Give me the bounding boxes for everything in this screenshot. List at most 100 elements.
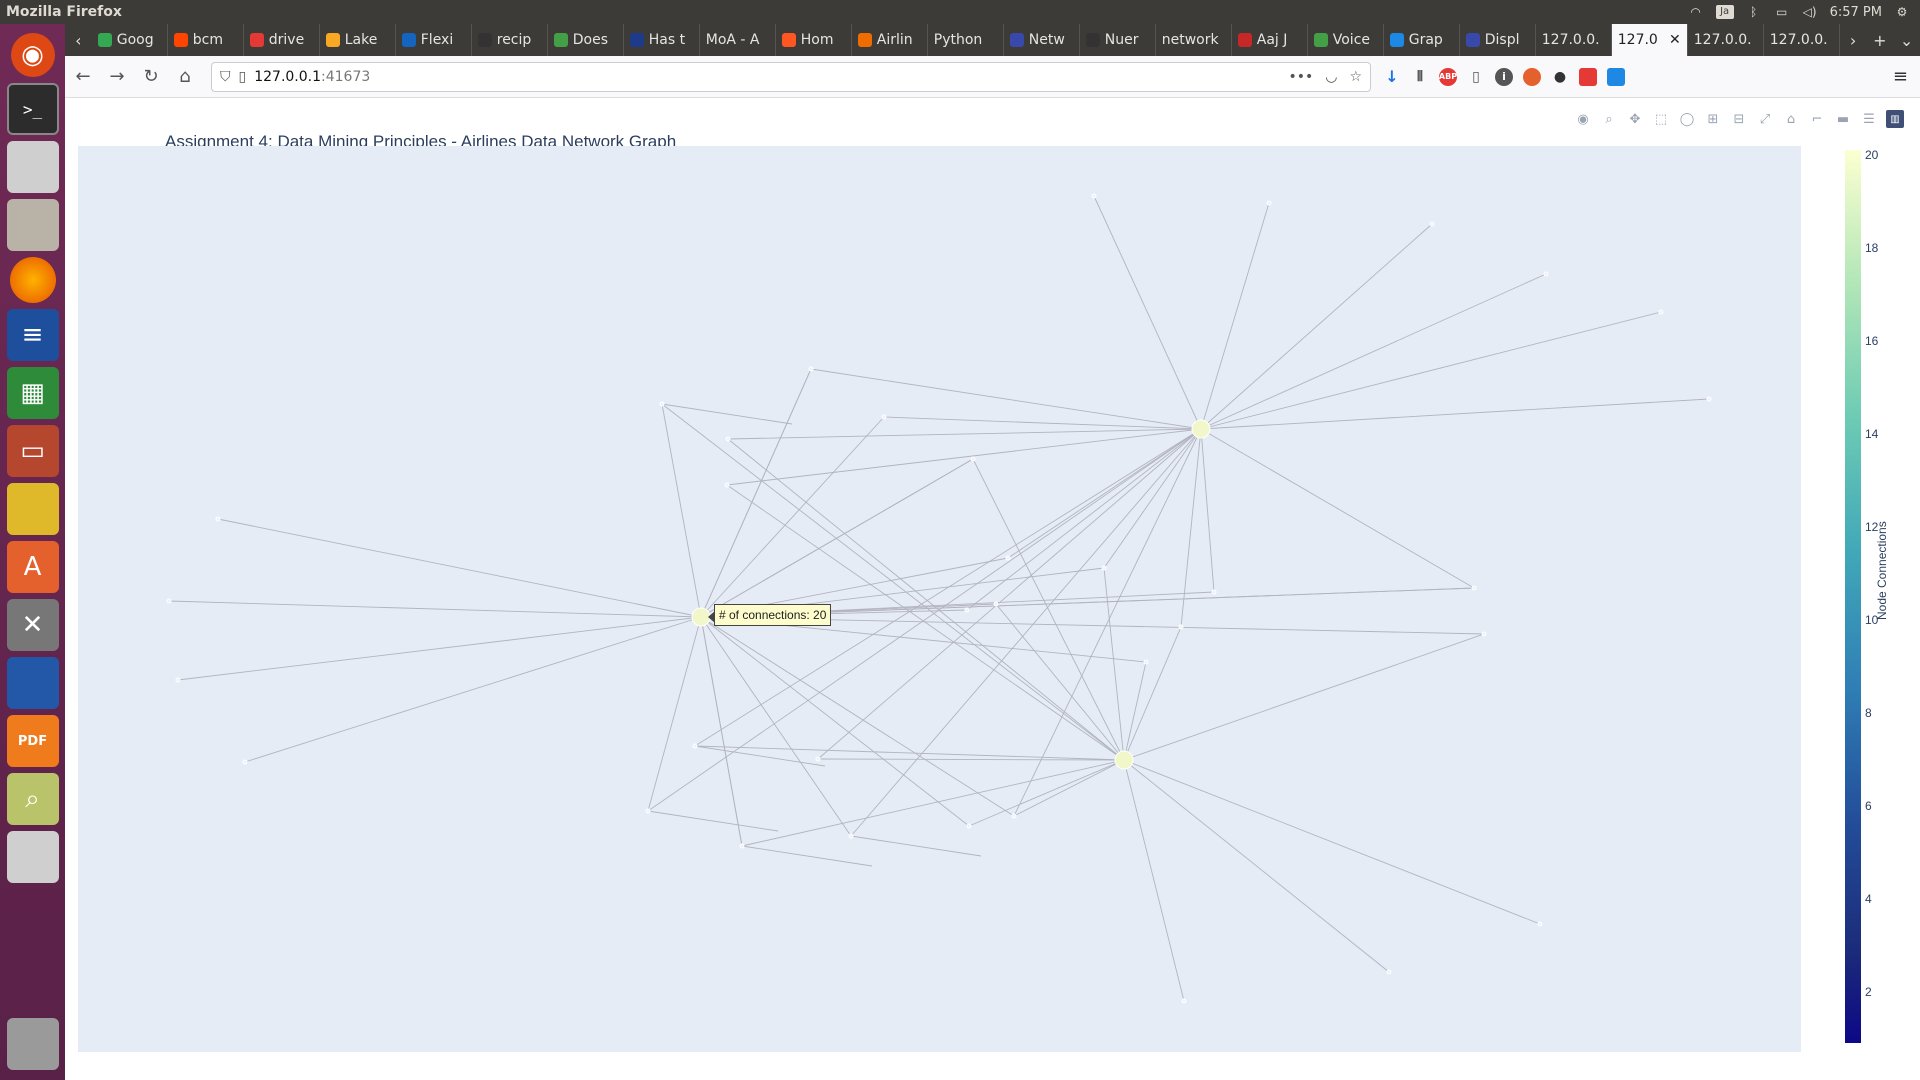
reload-button[interactable]: ↻	[135, 61, 167, 93]
graph-node[interactable]	[1143, 659, 1149, 665]
graph-node[interactable]	[659, 401, 665, 407]
download-icon[interactable]: ↓	[1383, 67, 1401, 86]
tab-18[interactable]: Displ	[1460, 24, 1536, 56]
spike-lines-icon[interactable]: ⌐	[1808, 110, 1826, 128]
graph-node[interactable]	[1011, 813, 1017, 819]
graph-node[interactable]	[970, 456, 976, 462]
tab-0[interactable]: Goog	[92, 24, 168, 56]
tab-6[interactable]: Does	[548, 24, 624, 56]
writer-icon[interactable]: ≡	[6, 309, 59, 361]
wifi-icon[interactable]: ◠	[1688, 5, 1704, 19]
tab-list-icon[interactable]: ⌄	[1893, 24, 1920, 56]
network-graph[interactable]	[78, 146, 1801, 1052]
graph-node[interactable]	[993, 601, 999, 607]
graph-node[interactable]	[966, 823, 972, 829]
graph-node[interactable]	[215, 516, 221, 522]
software-icon[interactable]: A	[6, 541, 59, 593]
tab-4[interactable]: Flexi	[396, 24, 472, 56]
graph-node[interactable]	[815, 756, 821, 762]
extension-spy-icon[interactable]: ●	[1551, 68, 1569, 86]
zoom-out-icon[interactable]: ⊟	[1730, 110, 1748, 128]
files-icon[interactable]	[6, 199, 59, 251]
page-actions-icon[interactable]: •••	[1288, 69, 1313, 85]
settings-icon[interactable]: ✕	[6, 599, 59, 651]
hover-closest-icon[interactable]: ▬	[1834, 110, 1852, 128]
tab-14[interactable]: network	[1156, 24, 1232, 56]
battery-icon[interactable]: ▭	[1774, 5, 1790, 19]
firefox-icon[interactable]	[9, 257, 56, 303]
hub-node[interactable]	[1191, 419, 1211, 439]
url-bar[interactable]: ⛉ ▯ 127.0.0.1:41673 ••• ◡ ☆	[211, 61, 1371, 92]
graph-node[interactable]	[1706, 396, 1712, 402]
impress-icon[interactable]: ▭	[6, 425, 59, 477]
inkscape-icon[interactable]	[6, 657, 59, 709]
plotly-logo-icon[interactable]: ▥	[1886, 110, 1904, 128]
calc-icon[interactable]: ▦	[6, 367, 59, 419]
bluetooth-icon[interactable]: ᛒ	[1746, 5, 1762, 19]
disk-icon[interactable]	[6, 141, 59, 193]
tab-3[interactable]: Lake	[320, 24, 396, 56]
tab-close-icon[interactable]: ✕	[1669, 32, 1681, 48]
extension-blue-icon[interactable]	[1607, 67, 1625, 86]
graph-node[interactable]	[645, 808, 651, 814]
box-select-icon[interactable]: ⬚	[1652, 110, 1670, 128]
graph-node[interactable]	[1101, 565, 1107, 571]
sidebar-icon[interactable]: ▯	[1467, 68, 1485, 86]
graph-node[interactable]	[1005, 555, 1011, 561]
tab-21[interactable]: 127.0.0.	[1688, 24, 1764, 56]
ubuntu-icon[interactable]: ◉	[10, 33, 55, 77]
library-icon[interactable]: ⫴	[1411, 68, 1429, 86]
graph-node[interactable]	[1091, 193, 1097, 199]
graph-node[interactable]	[1537, 921, 1543, 927]
new-tab-button[interactable]: +	[1867, 24, 1894, 56]
tab-11[interactable]: Python	[928, 24, 1004, 56]
info-icon[interactable]: i	[1495, 67, 1513, 86]
camera-icon[interactable]: ◉	[1574, 110, 1592, 128]
zoom-in-icon[interactable]: ⊞	[1704, 110, 1722, 128]
graph-node[interactable]	[175, 677, 181, 683]
terminal-icon[interactable]: >_	[6, 83, 59, 135]
graph-node[interactable]	[808, 366, 814, 372]
volume-icon[interactable]: ◁)	[1802, 5, 1818, 19]
graph-node[interactable]	[964, 607, 970, 613]
graph-node[interactable]	[1471, 585, 1477, 591]
tab-5[interactable]: recip	[472, 24, 548, 56]
hover-compare-icon[interactable]: ☰	[1860, 110, 1878, 128]
back-button[interactable]: ←	[67, 61, 99, 93]
clock[interactable]: 6:57 PM	[1830, 5, 1882, 20]
tab-19[interactable]: 127.0.0.	[1536, 24, 1612, 56]
tab-8[interactable]: MoA - A	[700, 24, 776, 56]
bookmark-star-icon[interactable]: ☆	[1349, 69, 1362, 85]
tab-1[interactable]: bcm	[168, 24, 244, 56]
graph-node[interactable]	[1266, 200, 1272, 206]
tabs-scroll-left-icon[interactable]: ‹	[65, 24, 92, 56]
lasso-icon[interactable]: ◯	[1678, 110, 1696, 128]
pocket-icon[interactable]: ◡	[1325, 69, 1337, 85]
pan-icon[interactable]: ✥	[1626, 110, 1644, 128]
drive-icon[interactable]	[6, 831, 59, 883]
forward-button[interactable]: →	[101, 61, 133, 93]
shield-icon[interactable]: ⛉	[220, 69, 231, 85]
adblock-icon[interactable]: ABP	[1439, 67, 1457, 86]
extension-fox-icon[interactable]	[1523, 67, 1541, 86]
graph-node[interactable]	[1543, 271, 1549, 277]
teapot-icon[interactable]	[6, 483, 59, 535]
tab-7[interactable]: Has t	[624, 24, 700, 56]
graph-node[interactable]	[848, 833, 854, 839]
tab-2[interactable]: drive	[244, 24, 320, 56]
graph-node[interactable]	[1386, 969, 1392, 975]
graph-node[interactable]	[692, 743, 698, 749]
graph-node[interactable]	[166, 598, 172, 604]
tab-16[interactable]: Voice	[1308, 24, 1384, 56]
tab-20[interactable]: 127.0 ✕	[1611, 24, 1688, 56]
tab-22[interactable]: 127.0.0.	[1764, 24, 1840, 56]
tabs-scroll-right-icon[interactable]: ›	[1840, 24, 1867, 56]
tab-10[interactable]: Airlin	[852, 24, 928, 56]
graph-node[interactable]	[739, 843, 745, 849]
tab-17[interactable]: Grap	[1384, 24, 1460, 56]
home-button[interactable]: ⌂	[169, 61, 201, 93]
extension-red-icon[interactable]	[1579, 67, 1597, 86]
tab-12[interactable]: Netw	[1004, 24, 1080, 56]
keyboard-layout[interactable]: Ja	[1715, 5, 1734, 19]
tab-9[interactable]: Hom	[776, 24, 852, 56]
